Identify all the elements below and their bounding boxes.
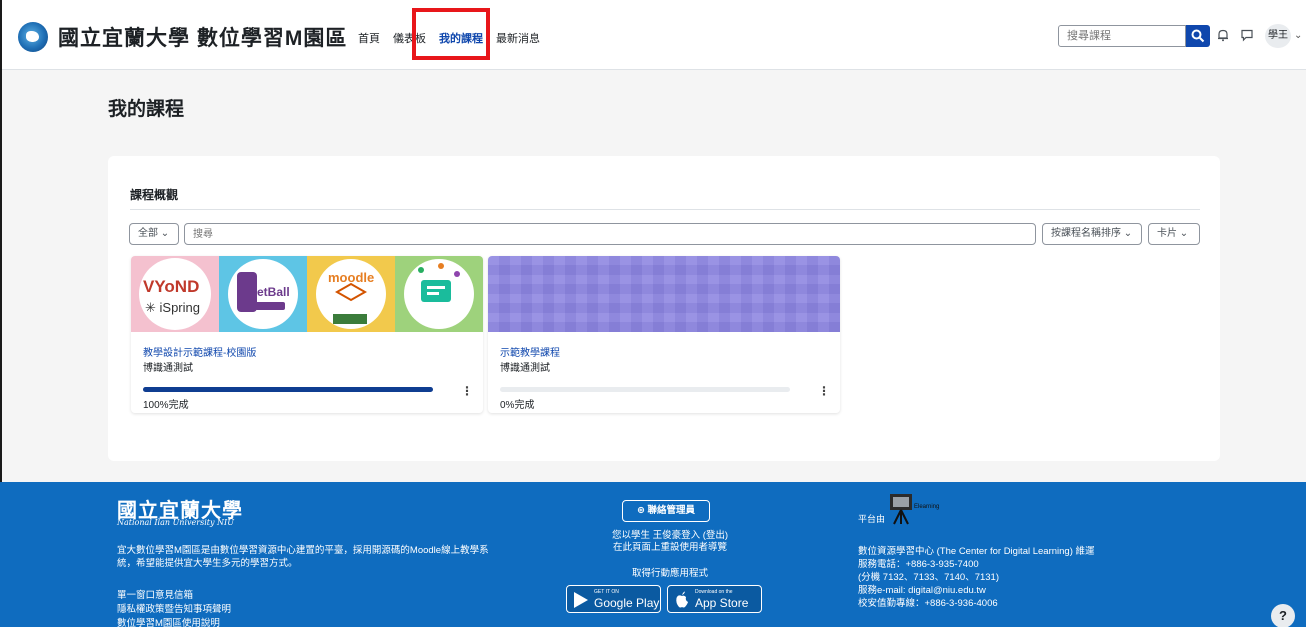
sort-dropdown[interactable]: 按課程名稱排序 ⌄ bbox=[1042, 223, 1142, 245]
university-logo-icon[interactable] bbox=[18, 22, 48, 52]
phone: 服務電話：+886-3-935-7400 bbox=[858, 559, 979, 570]
svg-text:etBall: etBall bbox=[257, 285, 290, 299]
page-title: 我的課程 bbox=[108, 99, 185, 120]
notification-button[interactable] bbox=[1216, 28, 1232, 44]
progress-text: 0%完成 bbox=[500, 400, 535, 411]
sort-label: 按課程名稱排序 bbox=[1051, 228, 1121, 239]
progress-fill bbox=[143, 387, 433, 392]
lifebuoy-icon: ⊛ bbox=[636, 505, 645, 516]
chat-icon bbox=[1241, 29, 1253, 42]
chevron-down-icon: ⌄ bbox=[1179, 228, 1189, 239]
login-info: 您以學生 王俊豪登入 (登出) 在此頁面上重設使用者導覽 bbox=[540, 530, 800, 554]
reset-tour-link[interactable]: 在此頁面上重設使用者導覽 bbox=[540, 542, 800, 554]
phone-ext: (分機 7132、7133、7140、7131) bbox=[858, 572, 1000, 583]
course-overview-block: 課程概觀 全部 ⌄ 按課程名稱排序 ⌄ 卡片 ⌄ VYoND ✳ iSpring… bbox=[108, 156, 1220, 461]
guide-link[interactable]: 數位學習M園區使用說明 bbox=[117, 617, 231, 627]
footer-logo-en: National Ilan University NIU bbox=[117, 518, 234, 527]
apple-icon bbox=[676, 591, 688, 608]
course-card[interactable]: VYoND ✳ iSpring etBall moodle 教學設計示範課程-校… bbox=[131, 256, 483, 413]
center-name: 數位資源學習中心 (The Center for Digital Learnin… bbox=[858, 546, 1095, 557]
footer-description: 宜大數位學習M園區是由數位學習資源中心建置的平臺，採用開源碼的Moodle線上教… bbox=[117, 545, 489, 569]
site-name[interactable]: 國立宜蘭大學 數位學習M園區 bbox=[58, 22, 347, 52]
progress-text: 100%完成 bbox=[143, 400, 189, 411]
search-button[interactable] bbox=[1186, 25, 1210, 47]
my-courses-highlight-box bbox=[412, 8, 490, 60]
grouping-dropdown[interactable]: 全部 ⌄ bbox=[129, 223, 179, 245]
contact-admin-label: 聯絡管理員 bbox=[647, 505, 696, 516]
email[interactable]: 服務e-mail: digital@niu.edu.tw bbox=[858, 584, 1158, 597]
course-image[interactable]: VYoND ✳ iSpring etBall moodle bbox=[131, 256, 483, 332]
login-status[interactable]: 您以學生 王俊豪登入 (登出) bbox=[540, 530, 800, 542]
divider bbox=[130, 209, 1200, 210]
nav-news[interactable]: 最新消息 bbox=[496, 30, 540, 46]
platform-by-label: 平台由 bbox=[858, 514, 886, 524]
app-store-small: Download on the bbox=[695, 589, 733, 595]
chevron-down-icon: ⌄ bbox=[160, 228, 170, 239]
course-card[interactable]: 示範教學課程 博識通測試 0%完成 ⋮ bbox=[488, 256, 840, 413]
course-category: 博識通測試 bbox=[500, 363, 550, 374]
privacy-link[interactable]: 隱私權政策暨告知事項聲明 bbox=[117, 603, 231, 617]
view-label: 卡片 bbox=[1157, 228, 1177, 239]
view-dropdown[interactable]: 卡片 ⌄ bbox=[1148, 223, 1200, 245]
top-navbar: 國立宜蘭大學 數位學習M園區 首頁 儀表板 我的課程 最新消息 學王 ⌄ bbox=[0, 0, 1306, 627]
app-store-label: App Store bbox=[695, 596, 749, 610]
footer-links: 單一窗口意見信箱 隱私權政策暨告知事項聲明 數位學習M園區使用說明 bbox=[117, 589, 231, 627]
elearning-logo[interactable]: Elearning bbox=[884, 492, 944, 526]
help-button[interactable]: ? bbox=[1271, 604, 1295, 627]
elearning-logo-text: Elearning bbox=[914, 504, 939, 510]
grouping-label: 全部 bbox=[138, 228, 158, 239]
course-name-link[interactable]: 示範教學課程 bbox=[500, 344, 560, 359]
course-category: 博識通測試 bbox=[143, 363, 193, 374]
progress-bar bbox=[500, 387, 790, 392]
google-play-label: Google Play bbox=[594, 596, 660, 610]
google-play-button[interactable]: GET IT ON Google Play bbox=[566, 585, 661, 613]
bell-icon bbox=[1218, 29, 1228, 42]
google-play-icon bbox=[574, 592, 588, 608]
user-avatar[interactable]: 學王 bbox=[1265, 24, 1291, 48]
progress-bar bbox=[143, 387, 433, 392]
page-footer: 國立宜蘭大學 National Ilan University NIU 宜大數位… bbox=[0, 482, 1306, 627]
contact-admin-button[interactable]: ⊛ 聯絡管理員 bbox=[622, 500, 710, 522]
nav-home[interactable]: 首頁 bbox=[358, 30, 380, 46]
mobile-app-title: 取得行動應用程式 bbox=[631, 568, 708, 579]
svg-text:moodle: moodle bbox=[328, 270, 374, 285]
google-play-small: GET IT ON bbox=[594, 589, 619, 595]
more-options-icon[interactable]: ⋮ bbox=[461, 384, 473, 398]
course-image[interactable] bbox=[488, 256, 840, 332]
app-store-button[interactable]: Download on the App Store bbox=[667, 585, 762, 613]
more-options-icon[interactable]: ⋮ bbox=[818, 384, 830, 398]
svg-text:✳ iSpring: ✳ iSpring bbox=[145, 300, 200, 315]
chevron-down-icon[interactable]: ⌄ bbox=[1294, 30, 1302, 41]
chevron-down-icon: ⌄ bbox=[1123, 228, 1133, 239]
course-filter-search-input[interactable] bbox=[184, 223, 1036, 245]
feedback-link[interactable]: 單一窗口意見信箱 bbox=[117, 589, 231, 603]
course-search-input[interactable] bbox=[1058, 25, 1186, 47]
messages-button[interactable] bbox=[1240, 28, 1256, 44]
svg-text:VYoND: VYoND bbox=[143, 277, 199, 296]
contact-info: 數位資源學習中心 (The Center for Digital Learnin… bbox=[858, 545, 1158, 610]
course-name-link[interactable]: 教學設計示範課程-校園版 bbox=[143, 344, 256, 359]
block-title: 課程概觀 bbox=[130, 188, 179, 202]
search-icon bbox=[1191, 29, 1205, 43]
security-hotline: 校安值勤專線：+886-3-936-4006 bbox=[858, 598, 998, 609]
